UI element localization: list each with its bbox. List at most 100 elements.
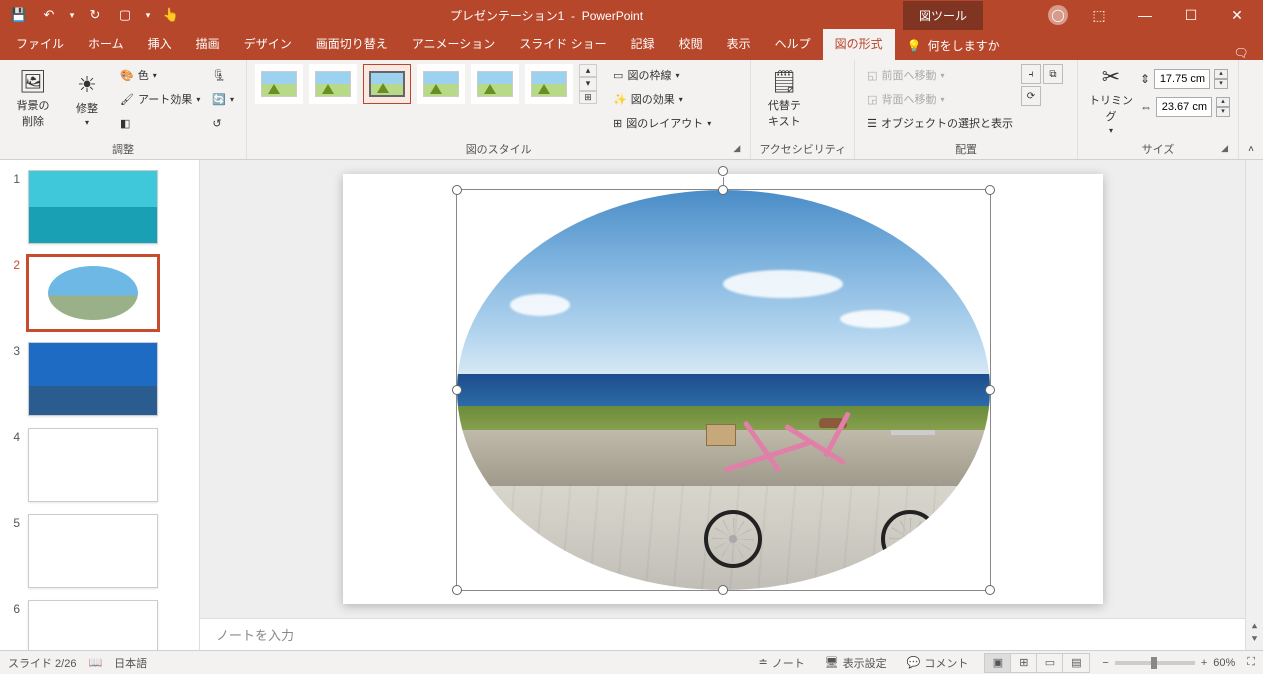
redo-button[interactable]: ↻ xyxy=(82,2,108,28)
picture-border-button[interactable]: ▭図の枠線▾ xyxy=(609,64,715,86)
slide-thumbnail-6[interactable] xyxy=(28,600,158,650)
rotate-handle[interactable] xyxy=(718,166,728,176)
group-button[interactable]: ⧉ xyxy=(1043,64,1063,84)
zoom-slider-track[interactable] xyxy=(1115,661,1195,665)
close-button[interactable]: ✕ xyxy=(1215,1,1259,29)
resize-handle-b[interactable] xyxy=(718,585,728,595)
touch-mode-button[interactable]: 👆 xyxy=(158,2,184,28)
status-language[interactable]: 日本語 xyxy=(114,655,147,671)
transparency-button[interactable]: ◧ xyxy=(116,112,204,134)
width-spin-down[interactable]: ▾ xyxy=(1216,107,1230,117)
ribbon-display-options-button[interactable]: ⬚ xyxy=(1077,1,1121,29)
width-spin-up[interactable]: ▴ xyxy=(1216,97,1230,107)
resize-handle-tl[interactable] xyxy=(452,185,462,195)
slide-thumbnail-3[interactable] xyxy=(28,342,158,416)
comments-button[interactable]: 💬コメント xyxy=(903,653,973,673)
tab-animations[interactable]: アニメーション xyxy=(400,29,508,60)
maximize-button[interactable]: ☐ xyxy=(1169,1,1213,29)
fit-to-window-button[interactable]: ⛶ xyxy=(1247,656,1255,669)
resize-handle-l[interactable] xyxy=(452,385,462,395)
tab-picture-format[interactable]: 図の形式 xyxy=(823,29,895,60)
display-settings-button[interactable]: 🖥表示設定 xyxy=(821,653,891,673)
notes-toggle-button[interactable]: ≐ノート xyxy=(755,653,809,673)
resize-handle-t[interactable] xyxy=(718,185,728,195)
alt-text-button[interactable]: 🗒 代替テ キスト xyxy=(759,64,809,134)
selection-pane-button[interactable]: ☰オブジェクトの選択と表示 xyxy=(863,112,1017,134)
picture-layout-button[interactable]: ⊞図のレイアウト▾ xyxy=(609,112,715,134)
tab-file[interactable]: ファイル xyxy=(4,29,76,60)
height-spin-down[interactable]: ▾ xyxy=(1214,79,1228,89)
tab-design[interactable]: デザイン xyxy=(232,29,304,60)
tab-transitions[interactable]: 画面切り替え xyxy=(304,29,400,60)
corrections-button[interactable]: ☀ 修整 ▾ xyxy=(62,64,112,134)
slide-thumbnail-2[interactable] xyxy=(28,256,158,330)
oval-picture[interactable] xyxy=(457,190,990,590)
notes-pane[interactable]: ノートを入力 xyxy=(200,618,1245,650)
size-dialog-launcher[interactable]: ◢ xyxy=(1221,143,1228,154)
styles-dialog-launcher[interactable]: ◢ xyxy=(733,143,740,154)
tab-slideshow[interactable]: スライド ショー xyxy=(507,29,618,60)
style-thumb-4[interactable] xyxy=(417,64,465,104)
normal-view-button[interactable]: ▣ xyxy=(985,654,1011,672)
send-backward-button[interactable]: ◲背面へ移動▾ xyxy=(863,88,1017,110)
slide-sorter-view-button[interactable]: ⊞ xyxy=(1011,654,1037,672)
undo-dropdown[interactable]: ▾ xyxy=(66,2,78,28)
color-button[interactable]: 🎨色▾ xyxy=(116,64,204,86)
resize-handle-tr[interactable] xyxy=(985,185,995,195)
tab-insert[interactable]: 挿入 xyxy=(136,29,184,60)
undo-button[interactable]: ↶ xyxy=(36,2,62,28)
reset-picture-button[interactable]: ↺ xyxy=(208,112,238,134)
rotate-button[interactable]: ⟳ xyxy=(1021,86,1041,106)
slideshow-view-button[interactable]: ▤ xyxy=(1063,654,1089,672)
remove-background-button[interactable]: 🖼 背景の 削除 xyxy=(8,64,58,134)
save-button[interactable]: 💾 xyxy=(6,2,32,28)
height-spin-up[interactable]: ▴ xyxy=(1214,69,1228,79)
resize-handle-bl[interactable] xyxy=(452,585,462,595)
status-slide-indicator[interactable]: スライド 2/26 xyxy=(8,655,76,671)
height-input[interactable] xyxy=(1154,69,1210,89)
style-thumb-3[interactable] xyxy=(363,64,411,104)
collapse-ribbon-button[interactable]: ˄ xyxy=(1239,60,1263,159)
minimize-button[interactable]: ― xyxy=(1123,1,1167,29)
share-button[interactable]: 🗨 xyxy=(1223,46,1259,60)
style-thumb-5[interactable] xyxy=(471,64,519,104)
style-thumb-1[interactable] xyxy=(255,64,303,104)
compress-pictures-button[interactable]: 🗜 xyxy=(208,64,238,86)
style-thumb-2[interactable] xyxy=(309,64,357,104)
reading-view-button[interactable]: ▭ xyxy=(1037,654,1063,672)
tab-home[interactable]: ホーム xyxy=(76,29,136,60)
slide-thumbnail-4[interactable] xyxy=(28,428,158,502)
align-button[interactable]: ⫞ xyxy=(1021,64,1041,84)
vertical-scrollbar[interactable]: ⯅ ⯆ xyxy=(1245,160,1263,650)
tab-view[interactable]: 表示 xyxy=(715,29,763,60)
slide-thumbnail-1[interactable] xyxy=(28,170,158,244)
slideshow-from-start-button[interactable]: ▢ xyxy=(112,2,138,28)
width-input[interactable] xyxy=(1156,97,1212,117)
prev-slide-button[interactable]: ⯅ xyxy=(1246,622,1263,634)
resize-handle-r[interactable] xyxy=(985,385,995,395)
slide-thumbnail-5[interactable] xyxy=(28,514,158,588)
artistic-effects-button[interactable]: 🖌アート効果▾ xyxy=(116,88,204,110)
tab-review[interactable]: 校閲 xyxy=(667,29,715,60)
qat-dropdown[interactable]: ▾ xyxy=(142,2,154,28)
slide-canvas[interactable] xyxy=(343,174,1103,604)
tab-help[interactable]: ヘルプ xyxy=(763,29,823,60)
slide-thumbnail-pane[interactable]: 1 2 3 4 5 6 xyxy=(0,160,200,650)
crop-button[interactable]: ✂ トリミング ▾ xyxy=(1086,64,1136,134)
resize-handle-br[interactable] xyxy=(985,585,995,595)
change-picture-button[interactable]: 🔄▾ xyxy=(208,88,238,110)
zoom-level[interactable]: 60% xyxy=(1213,657,1235,669)
styles-expand[interactable]: ⊞ xyxy=(579,91,597,104)
bring-forward-button[interactable]: ◱前面へ移動▾ xyxy=(863,64,1017,86)
spellcheck-icon[interactable]: 📖 xyxy=(88,656,102,669)
account-button[interactable]: ◯ xyxy=(1043,0,1073,30)
styles-scroll-down[interactable]: ▾ xyxy=(579,77,597,90)
styles-scroll-up[interactable]: ▴ xyxy=(579,64,597,77)
slide-editor[interactable] xyxy=(200,160,1245,618)
tab-draw[interactable]: 描画 xyxy=(184,29,232,60)
style-thumb-6[interactable] xyxy=(525,64,573,104)
zoom-in-button[interactable]: + xyxy=(1201,657,1207,669)
tell-me-search[interactable]: 💡 何をしますか xyxy=(895,31,1012,60)
tab-record[interactable]: 記録 xyxy=(619,29,667,60)
picture-effects-button[interactable]: ✨図の効果▾ xyxy=(609,88,715,110)
